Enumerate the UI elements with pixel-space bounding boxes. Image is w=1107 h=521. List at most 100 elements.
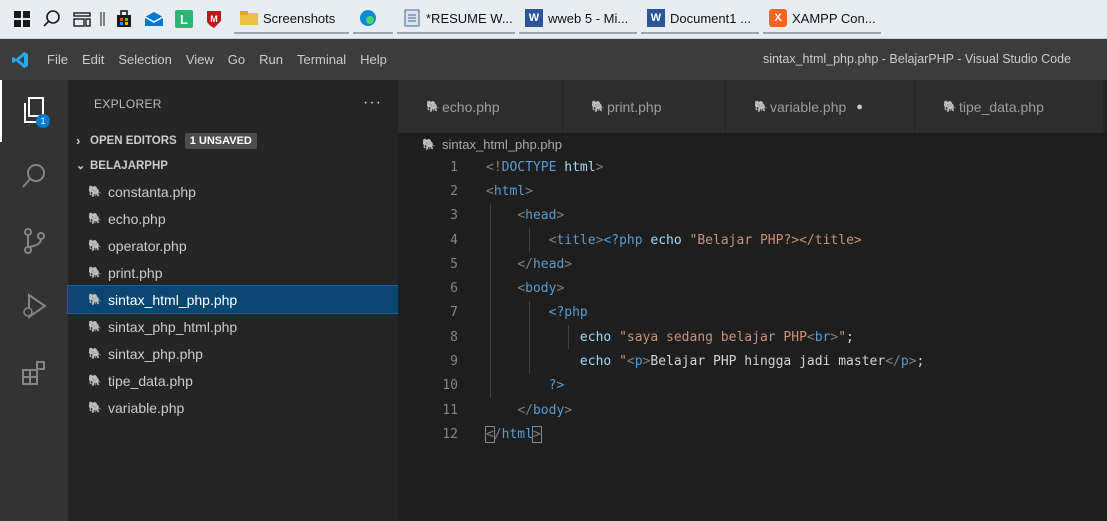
file-label: variable.php (108, 399, 185, 416)
source-control-icon[interactable] (0, 210, 68, 272)
explorer-badge: 1 (36, 114, 50, 128)
menu-view[interactable]: View (179, 39, 221, 80)
tab-tipe-data[interactable]: 🐘 tipe_data.php (915, 80, 1104, 133)
code-line: 11 </body> (398, 398, 1107, 422)
tab-variable[interactable]: 🐘 variable.php ● (726, 80, 915, 133)
code-line: 5 </head> (398, 252, 1107, 276)
taskbar-app-xampp[interactable]: X XAMPP Con... (763, 4, 881, 34)
code-line: 3 <head> (398, 204, 1107, 228)
menu-run[interactable]: Run (252, 39, 290, 80)
windows-start-icon[interactable] (8, 0, 36, 38)
php-file-icon: 🐘 (88, 402, 102, 414)
store-icon[interactable] (110, 0, 138, 38)
search-icon[interactable] (38, 0, 66, 38)
more-actions-icon[interactable]: ··· (363, 94, 382, 112)
taskbar-app-label: *RESUME W... (426, 10, 513, 26)
breadcrumb-file: sintax_html_php.php (442, 136, 562, 152)
menu-go[interactable]: Go (221, 39, 252, 80)
taskbar-app-label: Document1 ... (670, 10, 751, 26)
taskbar-app-document1[interactable]: W Document1 ... (641, 4, 759, 34)
taskbar-app-resume[interactable]: *RESUME W... (397, 4, 515, 34)
tab-label: echo.php (442, 98, 500, 115)
chevron-down-icon: ⌄ (76, 160, 86, 172)
php-file-icon: 🐘 (591, 101, 605, 113)
unsaved-dot-icon[interactable]: ● (856, 101, 863, 113)
php-file-icon: 🐘 (422, 138, 436, 151)
mail-icon[interactable] (140, 0, 168, 38)
menu-terminal[interactable]: Terminal (290, 39, 353, 80)
file-item[interactable]: 🐘 echo.php (68, 205, 398, 232)
php-file-icon: 🐘 (943, 101, 957, 113)
open-editors-section[interactable]: › OPEN EDITORS 1 UNSAVED (68, 128, 398, 153)
run-debug-icon[interactable] (0, 275, 68, 337)
launcher-l-icon[interactable]: L (170, 0, 198, 38)
line-number: 2 (450, 183, 458, 199)
code-editor[interactable]: 1 <!DOCTYPE html> 2 <html> 3 <head> 4 <tit… (398, 155, 1107, 447)
code-line: 1 <!DOCTYPE html> (398, 155, 1107, 179)
task-view-icon[interactable] (68, 0, 96, 38)
file-label: echo.php (108, 210, 166, 227)
divider-icon (98, 0, 108, 38)
code-line: 4 <title><?php echo "Belajar PHP?></titl… (398, 228, 1107, 252)
taskbar-app-label: wweb 5 - Mi... (548, 10, 629, 26)
explorer-title: EXPLORER (94, 97, 162, 111)
code-line: 6 <body> (398, 276, 1107, 300)
tab-label: tipe_data.php (959, 98, 1044, 115)
file-item[interactable]: 🐘 variable.php (68, 394, 398, 421)
taskbar-app-label: XAMPP Con... (792, 10, 876, 26)
code-text: ?> (548, 378, 565, 394)
file-label: tipe_data.php (108, 372, 193, 389)
extensions-icon[interactable] (0, 342, 68, 404)
file-item[interactable]: 🐘 print.php (68, 259, 398, 286)
php-file-icon: 🐘 (754, 101, 768, 113)
taskbar-app-screenshots[interactable]: Screenshots (234, 4, 349, 34)
line-number: 9 (450, 354, 458, 370)
svg-text:M: M (210, 14, 218, 24)
mcafee-icon[interactable]: M (200, 0, 228, 38)
word-icon: W (647, 9, 665, 27)
breadcrumb[interactable]: 🐘 sintax_html_php.php (398, 133, 1107, 155)
file-item[interactable]: 🐘 tipe_data.php (68, 367, 398, 394)
file-item[interactable]: 🐘 sintax_php_html.php (68, 313, 398, 340)
editor-area: 🐘 echo.php 🐘 print.php 🐘 variable.php ● … (398, 80, 1107, 521)
line-number: 3 (450, 208, 458, 224)
taskbar-app-wweb[interactable]: W wweb 5 - Mi... (519, 4, 637, 34)
php-file-icon: 🐘 (88, 240, 102, 252)
file-item[interactable]: 🐘 sintax_html_php.php (67, 285, 399, 314)
code-text: <body> (517, 281, 565, 297)
code-text: </html> (485, 425, 542, 443)
search-sidebar-icon[interactable] (0, 145, 68, 207)
folder-section[interactable]: ⌄ BELAJARPHP (68, 153, 398, 178)
tab-print[interactable]: 🐘 print.php (563, 80, 726, 133)
file-label: sintax_php_html.php (108, 318, 238, 335)
menu-selection[interactable]: Selection (111, 39, 178, 80)
code-text: <html> (486, 183, 533, 199)
menu-help[interactable]: Help (353, 39, 394, 80)
windows-taskbar: L M Screenshots *RESUME W... W wweb 5 - … (0, 0, 1107, 39)
file-list: 🐘 constanta.php 🐘 echo.php 🐘 operator.php 🐘 pri… (67, 178, 399, 421)
code-text: </body> (517, 402, 573, 418)
php-file-icon: 🐘 (88, 375, 102, 387)
explorer-icon[interactable]: 1 (0, 80, 68, 142)
php-file-icon: 🐘 (88, 213, 102, 225)
menu-edit[interactable]: Edit (75, 39, 111, 80)
xampp-icon: X (769, 9, 787, 27)
line-number: 6 (450, 281, 458, 297)
php-file-icon: 🐘 (88, 186, 102, 198)
taskbar-app-edge[interactable] (353, 4, 393, 34)
php-file-icon: 🐘 (88, 348, 102, 360)
tab-label: print.php (607, 98, 662, 115)
title-bar: File Edit Selection View Go Run Terminal… (0, 39, 1107, 80)
menu-file[interactable]: File (40, 39, 75, 80)
tab-echo[interactable]: 🐘 echo.php (398, 80, 563, 133)
code-text: echo "<p>Belajar PHP hingga jadi master<… (579, 354, 925, 370)
edge-icon (359, 9, 377, 27)
file-item[interactable]: 🐘 constanta.php (68, 178, 398, 205)
file-item[interactable]: 🐘 sintax_php.php (68, 340, 398, 367)
line-number: 12 (442, 426, 458, 442)
line-number: 10 (442, 378, 458, 394)
line-number: 5 (450, 256, 458, 272)
file-item[interactable]: 🐘 operator.php (68, 232, 398, 259)
code-text: <?php (548, 305, 588, 321)
line-number: 11 (442, 402, 458, 418)
